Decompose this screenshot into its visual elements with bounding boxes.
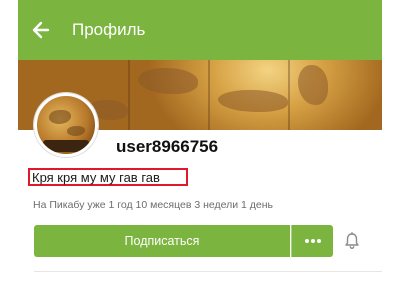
subscribe-label: Подписаться: [124, 234, 200, 248]
notifications-bell-button[interactable]: [340, 229, 364, 253]
avatar[interactable]: [34, 93, 98, 157]
subscribe-button[interactable]: Подписаться: [34, 225, 290, 257]
back-button[interactable]: [18, 0, 64, 60]
more-options-button[interactable]: [291, 225, 333, 257]
divider: [34, 271, 382, 272]
more-dots-icon: [304, 239, 321, 243]
page-title: Профиль: [72, 20, 146, 39]
app-bar: Профиль: [18, 0, 382, 60]
username: user8966756: [116, 137, 219, 156]
status-text: Кря кря му му гав гав: [32, 169, 160, 185]
bell-icon: [345, 232, 359, 250]
profile-screen: Профиль user8966756 Кря кря му му гав га…: [18, 0, 382, 298]
member-since: На Пикабу уже 1 год 10 месяцев 3 недели …: [33, 199, 274, 211]
profile-status: Кря кря му му гав гав: [28, 168, 188, 186]
arrow-left-icon: [32, 21, 50, 39]
